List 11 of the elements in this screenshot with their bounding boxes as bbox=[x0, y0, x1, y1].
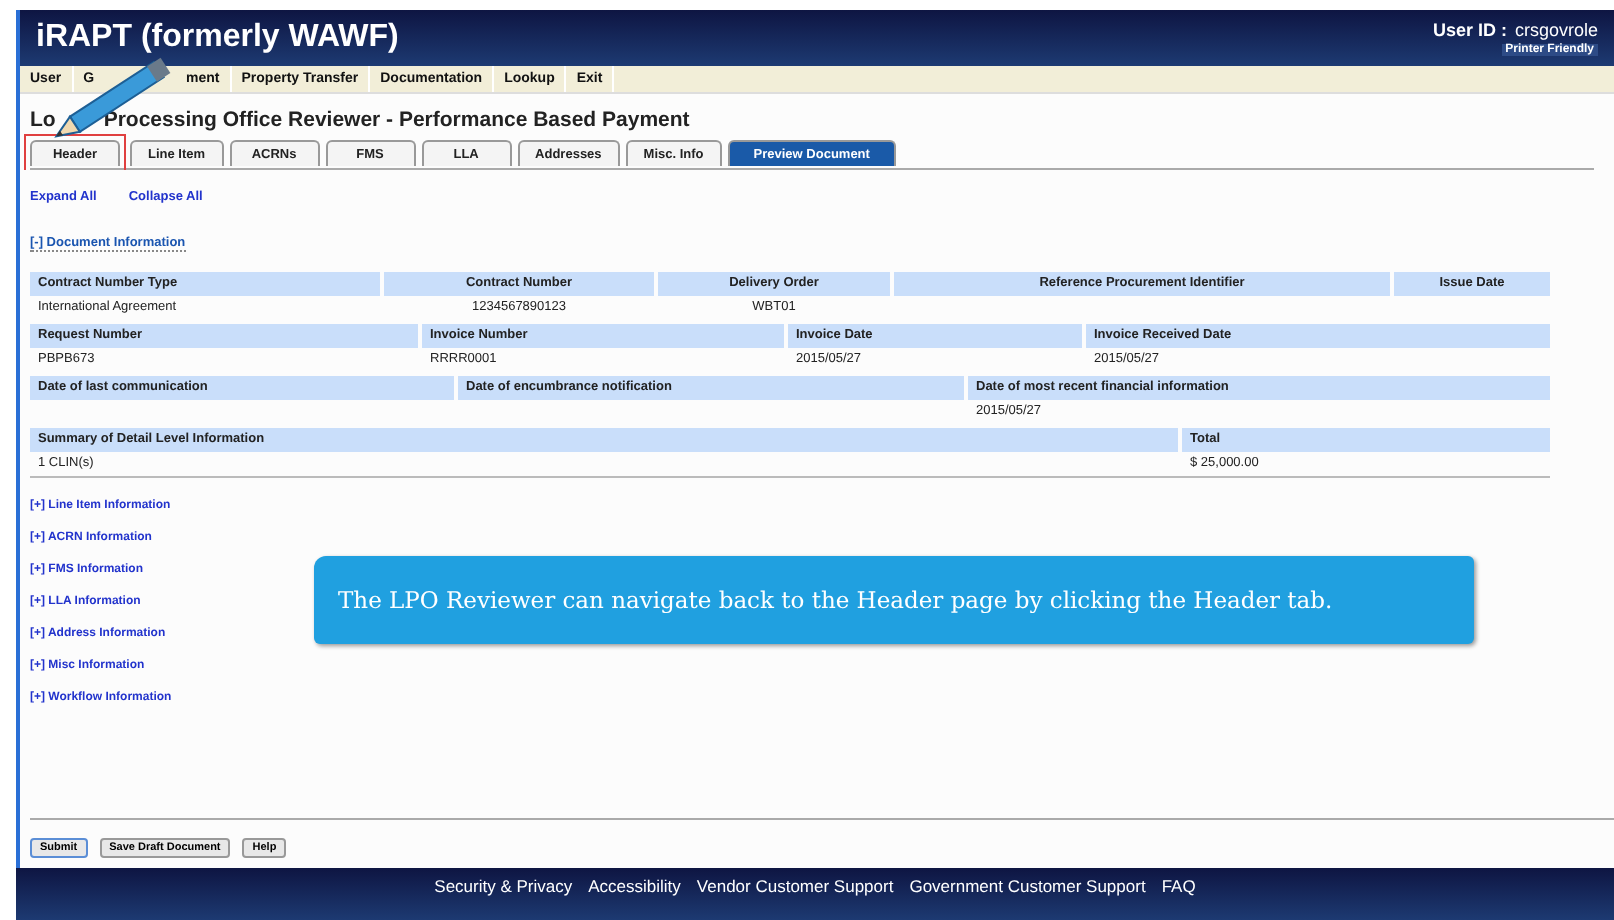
footer-link[interactable]: Government Customer Support bbox=[909, 876, 1146, 920]
footer-link[interactable]: Security & Privacy bbox=[434, 876, 573, 920]
user-id-label: User ID : bbox=[1432, 20, 1507, 40]
footer-link[interactable]: Accessibility bbox=[588, 876, 681, 920]
page-title: Processing Office Reviewer - Performance Based Payment bbox=[103, 108, 690, 132]
app-title: iRAPT (formerly WAWF) bbox=[36, 20, 399, 56]
footer-link[interactable]: Vendor Customer Support bbox=[696, 876, 894, 920]
page-title: Lo bbox=[30, 108, 56, 132]
footer-link[interactable]: FAQ bbox=[1161, 876, 1196, 920]
user-id: crsgovrole bbox=[1514, 20, 1598, 40]
callout-tooltip: The LPO Reviewer can navigate back to the Header page by clicking the Header tab. bbox=[314, 556, 1474, 644]
